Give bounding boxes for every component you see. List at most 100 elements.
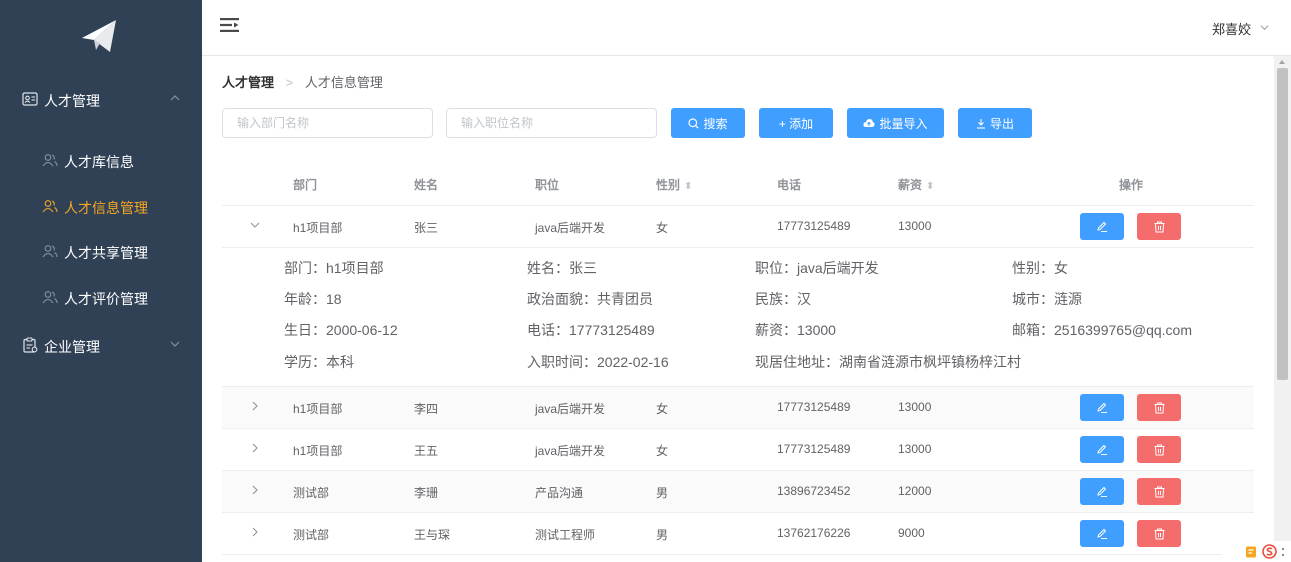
username[interactable]: 郑喜姣 [1212, 19, 1251, 38]
cell-dept: h1项目部 [293, 221, 343, 235]
cell-gender: 男 [656, 528, 669, 542]
edit-button[interactable] [1080, 478, 1124, 505]
chevron-down-icon [170, 341, 180, 347]
cell-phone: 17773125489 [777, 442, 851, 456]
detail-position: 职位：java后端开发 [755, 260, 879, 276]
trash-icon [1154, 444, 1164, 455]
column-header-position: 职位 [535, 178, 560, 192]
sidebar-item-label: 人才评价管理 [64, 291, 148, 307]
column-header-actions: 操作 [1119, 178, 1144, 192]
breadcrumb: 人才管理 > 人才信息管理 [222, 72, 383, 91]
users-icon [42, 245, 58, 258]
dept-search-input[interactable] [222, 108, 433, 138]
cell-position: 测试工程师 [535, 528, 596, 542]
search-button[interactable]: 搜索 [671, 108, 745, 138]
table-row: h1项目部 王五 java后端开发 女 17773125489 13000 [222, 429, 1254, 471]
sidebar: 人才管理 人才库信息 人才信息管理 人才共享管理 人才评价管理 企业管理 [0, 0, 202, 562]
batch-import-button[interactable]: 批量导入 [847, 108, 944, 138]
cell-gender: 女 [656, 444, 669, 458]
export-button[interactable]: 导出 [958, 108, 1032, 138]
search-button-label: 搜索 [703, 116, 728, 131]
scroll-up-arrow-icon[interactable] [1279, 60, 1285, 64]
add-button[interactable]: + 添加 [759, 108, 833, 138]
users-icon [42, 291, 58, 304]
cell-phone: 17773125489 [777, 219, 851, 233]
edit-button[interactable] [1080, 394, 1124, 421]
sogou-s-icon[interactable] [1262, 544, 1277, 559]
sort-icon[interactable]: ⬍ [926, 181, 934, 192]
edit-button[interactable] [1080, 213, 1124, 240]
column-header-salary[interactable]: 薪资 ⬍ [898, 176, 934, 193]
cell-name: 王与琛 [414, 528, 451, 542]
chevron-down-icon[interactable] [250, 220, 260, 230]
chevron-right-icon[interactable] [250, 401, 260, 411]
chevron-right-icon[interactable] [250, 485, 260, 495]
delete-button[interactable] [1137, 213, 1181, 240]
menu-group-label: 企业管理 [44, 339, 100, 355]
column-header-name: 姓名 [414, 178, 439, 192]
cell-position: java后端开发 [535, 444, 606, 458]
detail-political: 政治面貌：共青团员 [527, 291, 653, 307]
detail-salary: 薪资：13000 [755, 322, 836, 338]
detail-city: 城市：涟源 [1012, 291, 1082, 307]
more-icon[interactable] [1281, 546, 1285, 558]
row-detail-panel: 部门：h1项目部 姓名：张三 职位：java后端开发 性别：女 年龄：18 政治… [222, 248, 1254, 387]
breadcrumb-item-talent[interactable]: 人才管理 [222, 75, 274, 90]
trash-icon [1154, 528, 1164, 539]
detail-address: 现居住地址：湖南省涟源市枫坪镇杨梓江村 [755, 354, 1021, 370]
sidebar-item-talent-pool[interactable]: 人才库信息 [0, 140, 202, 180]
main-content: 人才管理 > 人才信息管理 搜索 + 添加 批量导入 导出 部门 姓名 职位 [202, 56, 1274, 562]
menu-group-label: 人才管理 [44, 93, 100, 109]
menu-group-talent[interactable]: 人才管理 [0, 79, 202, 119]
cell-salary: 12000 [898, 484, 932, 498]
cell-phone: 17773125489 [777, 400, 851, 414]
column-header-phone: 电话 [777, 178, 802, 192]
sidebar-item-label: 人才库信息 [64, 154, 134, 170]
cell-position: 产品沟通 [535, 486, 584, 500]
id-card-icon [22, 92, 38, 106]
sidebar-item-label: 人才信息管理 [64, 200, 148, 216]
position-search-input[interactable] [446, 108, 657, 138]
notebook-icon[interactable] [1244, 545, 1258, 559]
chevron-right-icon[interactable] [250, 527, 260, 537]
detail-join-date: 入职时间：2022-02-16 [527, 354, 669, 370]
trash-icon [1154, 486, 1164, 497]
menu-toggle-icon[interactable] [220, 17, 240, 33]
chevron-right-icon[interactable] [250, 443, 260, 453]
sidebar-item-talent-eval[interactable]: 人才评价管理 [0, 277, 202, 317]
chevron-down-icon[interactable] [1260, 23, 1269, 32]
cell-position: java后端开发 [535, 402, 606, 416]
sort-icon[interactable]: ⬍ [684, 181, 692, 192]
delete-button[interactable] [1137, 520, 1181, 547]
column-header-dept: 部门 [293, 178, 318, 192]
edit-icon [1097, 528, 1107, 539]
cell-phone: 13896723452 [777, 484, 851, 498]
download-icon [976, 118, 985, 129]
detail-email: 邮箱：2516399765@qq.com [1012, 322, 1192, 338]
top-header: 郑喜姣 [202, 0, 1291, 56]
menu-group-enterprise[interactable]: 企业管理 [0, 325, 202, 365]
cell-name: 王五 [414, 444, 439, 458]
edit-button[interactable] [1080, 436, 1124, 463]
export-button-label: 导出 [989, 116, 1014, 131]
delete-button[interactable] [1137, 478, 1181, 505]
cloud-upload-icon [863, 119, 876, 127]
users-icon [42, 200, 58, 213]
cell-gender: 女 [656, 221, 669, 235]
cell-dept: h1项目部 [293, 444, 343, 458]
sidebar-item-talent-share[interactable]: 人才共享管理 [0, 231, 202, 271]
cell-dept: 测试部 [293, 528, 330, 542]
delete-button[interactable] [1137, 394, 1181, 421]
users-icon [42, 154, 58, 167]
edit-icon [1097, 486, 1107, 497]
edit-button[interactable] [1080, 520, 1124, 547]
detail-phone: 电话：17773125489 [527, 322, 655, 338]
breadcrumb-item-current: 人才信息管理 [304, 75, 383, 90]
clipboard-icon [23, 337, 38, 353]
cell-salary: 13000 [898, 442, 932, 456]
scrollbar-thumb[interactable] [1277, 68, 1288, 380]
sidebar-item-talent-info[interactable]: 人才信息管理 [0, 186, 202, 226]
vertical-scrollbar[interactable] [1274, 56, 1291, 562]
column-header-gender[interactable]: 性别 ⬍ [656, 176, 692, 193]
delete-button[interactable] [1137, 436, 1181, 463]
